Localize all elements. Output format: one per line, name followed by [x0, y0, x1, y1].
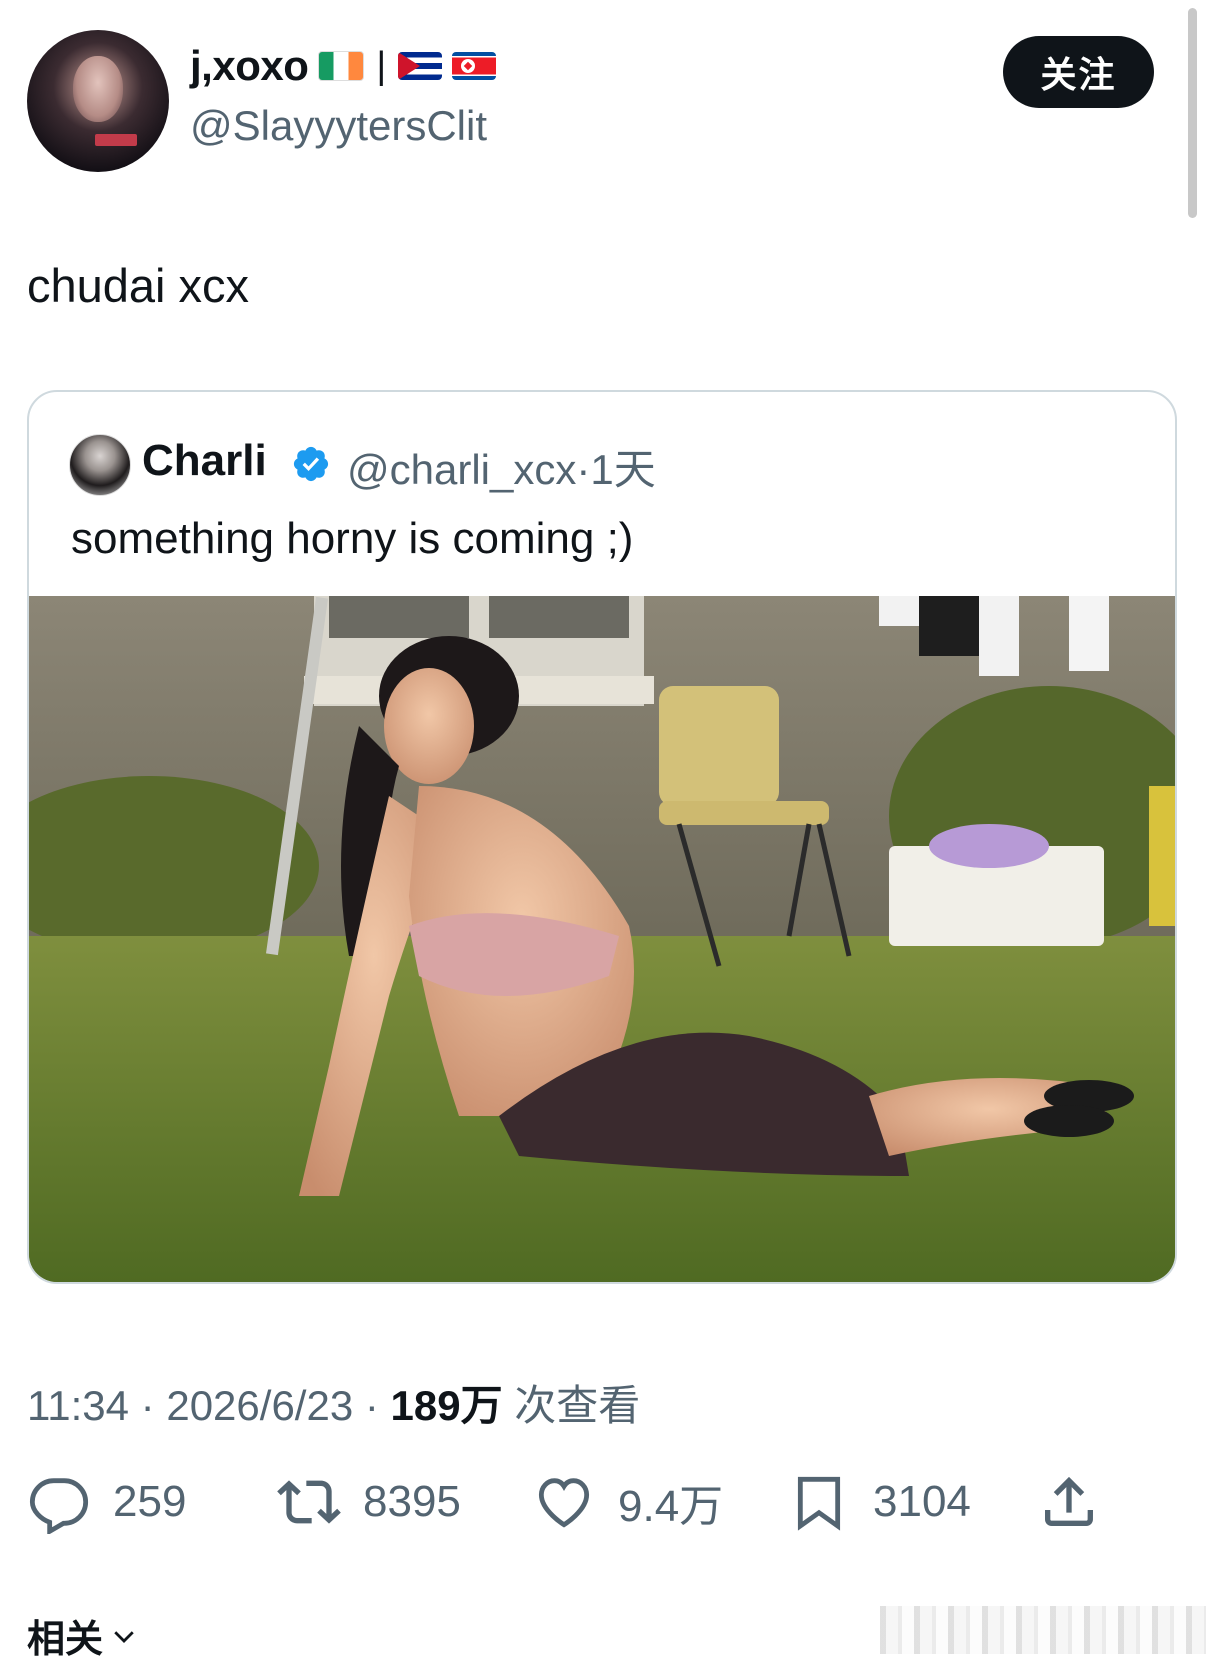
quoted-author-avatar[interactable]	[69, 434, 131, 496]
reply-icon	[29, 1478, 89, 1534]
name-separator: |	[376, 44, 386, 87]
bookmark-count: 3104	[873, 1477, 971, 1526]
photo-illustration	[29, 596, 1175, 1282]
share-icon	[1045, 1476, 1093, 1526]
chevron-down-icon	[114, 1630, 134, 1643]
avatar-face	[73, 56, 123, 122]
tweet-timestamp-row[interactable]: 11:34 · 2026/6/23 · 189万 次查看	[27, 1372, 640, 1433]
related-dropdown[interactable]: 相关	[27, 1608, 139, 1663]
repost-icon	[277, 1480, 341, 1524]
ireland-flag-icon	[318, 51, 365, 81]
views-count[interactable]: 189万	[391, 1382, 503, 1429]
quoted-author-name[interactable]: Charli	[142, 436, 267, 486]
like-button[interactable]: 9.4万	[532, 1470, 723, 1534]
north-korea-flag-icon	[451, 52, 496, 80]
repost-count: 8395	[363, 1477, 461, 1526]
cropped-content-strip	[880, 1606, 1206, 1654]
quoted-tweet-text: something horny is coming ;)	[71, 514, 634, 563]
tweet-text: chudai xcx	[27, 259, 250, 312]
bookmark-icon	[797, 1476, 841, 1531]
meta-dot: ·	[364, 1382, 379, 1429]
scrollbar[interactable]	[1188, 8, 1197, 218]
reply-button[interactable]: 259	[27, 1470, 186, 1534]
author-avatar[interactable]	[27, 30, 169, 172]
quoted-tweet-age[interactable]: 1天	[590, 446, 655, 493]
related-label: 相关	[27, 1617, 104, 1661]
tweet-time[interactable]: 11:34	[27, 1382, 129, 1429]
quoted-tweet-card[interactable]: Charli @charli_xcx·1天 something horny is…	[27, 390, 1177, 1284]
quoted-author-handle[interactable]: @charli_xcx	[347, 446, 576, 493]
action-bar: 259 8395 9.4万 3104	[27, 1470, 1177, 1540]
bookmark-button[interactable]: 3104	[787, 1470, 971, 1534]
verified-badge-icon	[293, 446, 329, 482]
tweet-date[interactable]: 2026/6/23	[166, 1382, 353, 1429]
author-display-name-row[interactable]: j,xoxo |	[190, 42, 496, 90]
author-handle[interactable]: @SlayyytersClit	[190, 102, 487, 150]
quoted-tweet-photo[interactable]	[29, 596, 1175, 1282]
repost-button[interactable]: 8395	[277, 1470, 461, 1534]
meta-dot: ·	[576, 446, 591, 493]
meta-dot: ·	[140, 1382, 155, 1429]
reply-count: 259	[113, 1477, 187, 1526]
views-label: 次查看	[514, 1382, 641, 1429]
quoted-meta[interactable]: @charli_xcx·1天	[347, 436, 656, 497]
cuba-flag-icon	[397, 52, 442, 80]
avatar-badge	[95, 134, 137, 146]
follow-button[interactable]: 关注	[1003, 36, 1154, 108]
author-display-name[interactable]: j,xoxo	[190, 42, 309, 90]
heart-icon	[538, 1478, 590, 1528]
share-button[interactable]	[1037, 1470, 1101, 1534]
like-count: 9.4万	[618, 1482, 724, 1531]
